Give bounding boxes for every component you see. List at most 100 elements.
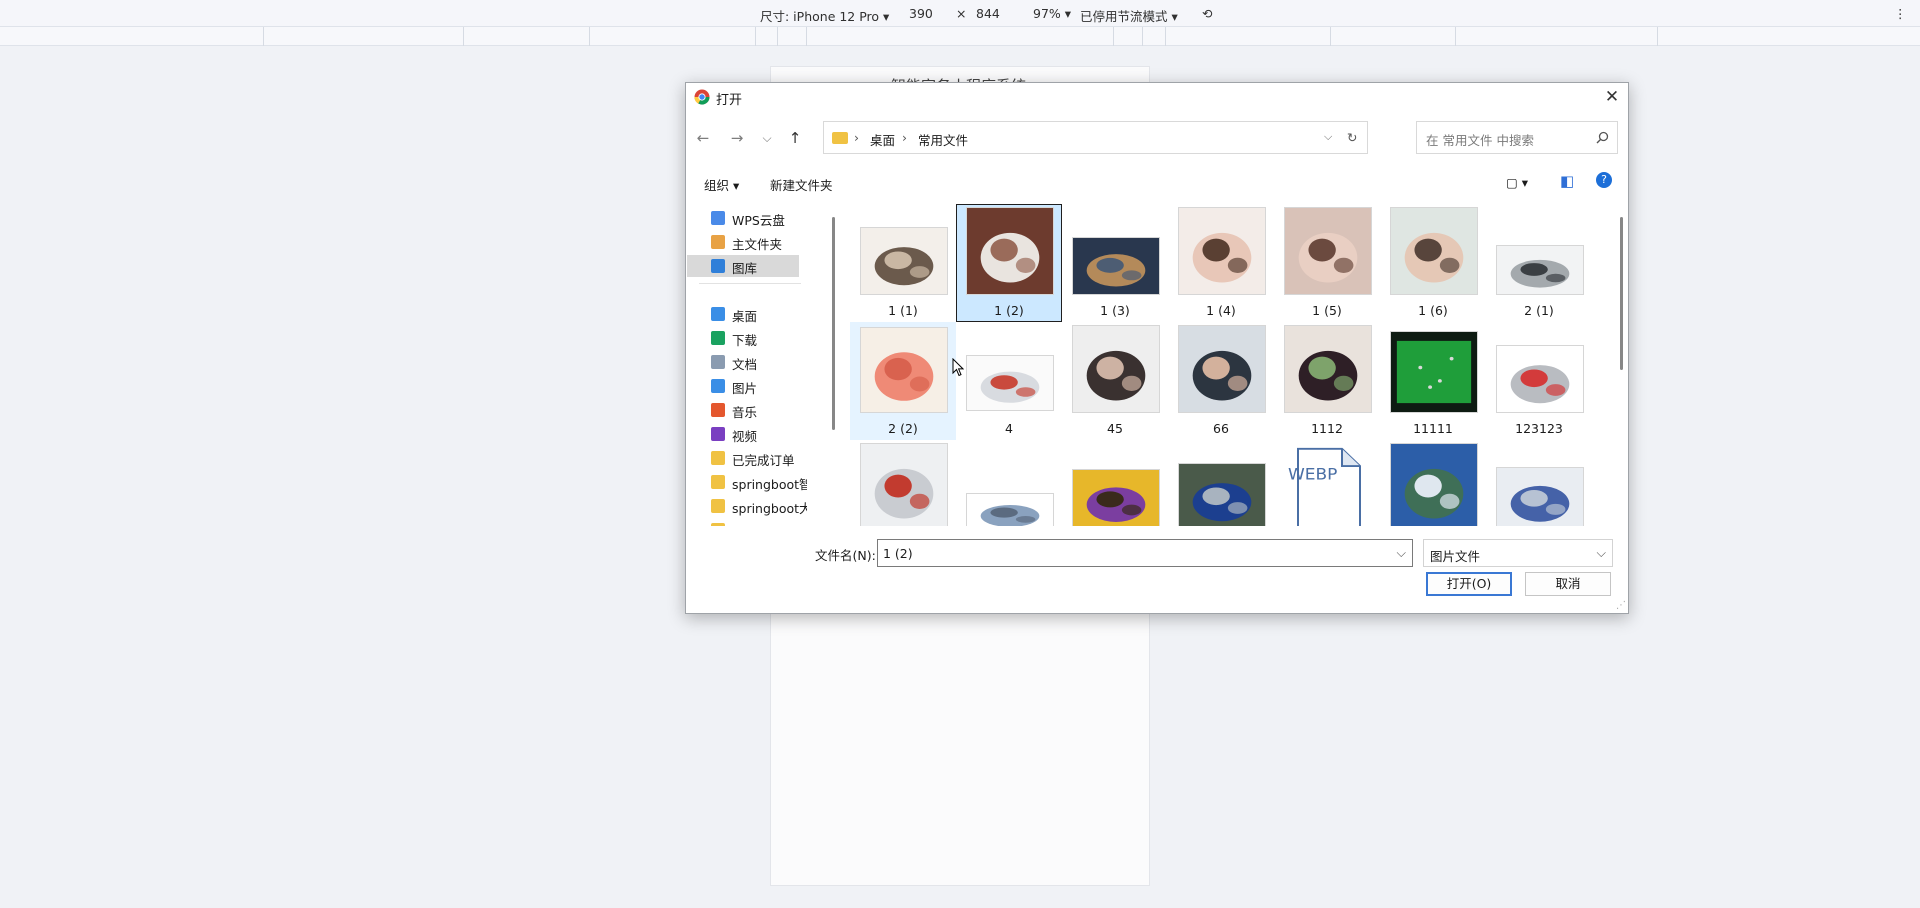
device-height-input[interactable]: 844 (976, 6, 1000, 21)
file-name: 1 (4) (1206, 303, 1236, 318)
file-item[interactable]: 1 (6) (1380, 204, 1486, 322)
media-query-ruler (0, 26, 1920, 46)
desktop-icon (711, 307, 725, 321)
file-item[interactable]: 1 (2) (956, 204, 1062, 322)
new-folder-button[interactable]: 新建文件夹 (770, 175, 833, 194)
resize-grip-icon[interactable]: ⋰ (1616, 600, 1626, 611)
organize-menu[interactable]: 组织 ▾ (704, 175, 739, 194)
close-icon[interactable]: ✕ (1600, 85, 1624, 109)
chevron-down-icon[interactable]: ⌵ (1324, 130, 1332, 144)
file-item[interactable]: 1112 (1274, 322, 1380, 440)
more-options-icon[interactable]: ⋮ (1894, 6, 1907, 21)
file-thumbnail (1072, 237, 1160, 295)
portrait-photo-image (1073, 326, 1159, 412)
nav-item[interactable]: 主文件夹 (687, 231, 799, 253)
rotate-icon[interactable]: ⟲ (1202, 6, 1212, 21)
preview-pane-icon[interactable]: ◧ (1560, 172, 1574, 190)
device-width-input[interactable]: 390 (909, 6, 933, 21)
file-list-scrollbar[interactable] (1620, 217, 1623, 370)
file-thumbnail (1178, 207, 1266, 295)
nav-item[interactable]: 桌面📌 (687, 303, 799, 325)
file-item[interactable]: 2 (2) (850, 322, 956, 440)
nav-item[interactable]: 视频📌 (687, 423, 799, 445)
open-button[interactable]: 打开(O) (1426, 572, 1512, 596)
file-item[interactable]: 2 (1) (1486, 204, 1592, 322)
navigation-scrollbar[interactable] (832, 217, 835, 430)
file-name: 66 (1213, 421, 1229, 436)
file-thumbnail (1390, 443, 1478, 526)
nav-item[interactable]: 已完成订单 (687, 447, 799, 469)
zoom-select[interactable]: 97% ▾ (1033, 6, 1071, 21)
file-item[interactable] (1168, 440, 1274, 526)
breadcrumb-desktop[interactable]: 桌面 (870, 130, 895, 149)
file-item[interactable]: 45 (1062, 322, 1168, 440)
back-arrow-icon[interactable]: ← (692, 127, 714, 149)
throttle-select[interactable]: 已停用节流模式 ▾ (1080, 6, 1178, 25)
file-item[interactable]: WEBP (1274, 440, 1380, 526)
folder-icon (711, 523, 725, 526)
nav-item[interactable]: WPS云盘 (687, 207, 799, 229)
recent-locations-icon[interactable]: ⌵ (756, 127, 778, 149)
child-photo-image (1391, 208, 1477, 294)
device-select[interactable]: 尺寸: iPhone 12 Pro ▾ (760, 6, 889, 25)
nav-item[interactable]: 下载📌 (687, 327, 799, 349)
help-icon[interactable]: ? (1596, 172, 1612, 188)
file-item[interactable]: 4 (956, 322, 1062, 440)
file-item[interactable]: 1 (5) (1274, 204, 1380, 322)
file-item[interactable] (956, 440, 1062, 526)
nav-item[interactable]: 文档📌 (687, 351, 799, 373)
forward-arrow-icon[interactable]: → (726, 127, 748, 149)
chevron-down-icon[interactable]: ⌵ (1597, 545, 1606, 561)
gallery-icon (711, 259, 725, 273)
file-item[interactable]: 1 (4) (1168, 204, 1274, 322)
nav-item-label: ssm非遗典藏文化 (732, 522, 807, 526)
file-item[interactable] (1062, 440, 1168, 526)
webp-badge-label: WEBP (1288, 465, 1337, 484)
file-item[interactable]: 11111 (1380, 322, 1486, 440)
tea-set-photo-image (967, 208, 1053, 294)
document-photo-image (967, 356, 1053, 410)
file-item[interactable]: 66 (1168, 322, 1274, 440)
file-item[interactable] (850, 440, 956, 526)
breadcrumb-current-folder[interactable]: 常用文件 (918, 130, 968, 149)
file-item[interactable]: 123123 (1486, 322, 1592, 440)
webp-file-image: WEBP (1284, 445, 1372, 526)
nav-item-label: 文档 (732, 357, 758, 372)
nav-item-label: 图片 (732, 381, 758, 396)
chevron-down-icon[interactable]: ⌵ (1397, 545, 1406, 561)
file-thumbnail (966, 207, 1054, 295)
filename-field[interactable]: 1 (2) ⌵ (877, 539, 1413, 567)
file-item[interactable]: 1 (3) (1062, 204, 1168, 322)
view-options-icon[interactable]: ▢ ▾ (1506, 175, 1528, 190)
dialog-title: 打开 (716, 93, 743, 108)
nav-item[interactable]: ssm非遗典藏文化 (687, 519, 807, 526)
nav-item[interactable]: 图库 (687, 255, 799, 277)
nav-item[interactable]: 音乐📌 (687, 399, 799, 421)
nav-item[interactable]: 图片📌 (687, 375, 799, 397)
file-name: 1 (6) (1418, 303, 1448, 318)
nav-item[interactable]: springboot智能 (687, 471, 807, 493)
team-photo-image (1073, 470, 1159, 526)
nav-divider (699, 283, 801, 284)
nav-item-label: WPS云盘 (732, 213, 785, 228)
file-item[interactable] (1380, 440, 1486, 526)
cancel-button[interactable]: 取消 (1525, 572, 1611, 596)
nav-item-label: 已完成订单 (732, 453, 795, 468)
file-thumbnail (1284, 207, 1372, 295)
cart-photo-image (1497, 346, 1583, 412)
pictures-icon (711, 379, 725, 393)
nav-item[interactable]: springboot大学生 (687, 495, 807, 517)
file-name: 2 (2) (888, 421, 918, 436)
file-item[interactable] (1486, 440, 1592, 526)
file-thumbnail (1178, 463, 1266, 526)
refresh-icon[interactable]: ↻ (1347, 130, 1357, 145)
file-thumbnail (1496, 345, 1584, 413)
file-type-select[interactable]: 图片文件 ⌵ (1423, 539, 1613, 567)
file-item[interactable]: 1 (1) (850, 204, 956, 322)
up-arrow-icon[interactable]: ↑ (784, 127, 806, 149)
search-input[interactable]: 在 常用文件 中搜索 (1416, 121, 1618, 154)
nav-item-label: 音乐 (732, 405, 758, 420)
breadcrumb-separator: › (854, 130, 859, 145)
file-name: 123123 (1515, 421, 1563, 436)
address-bar[interactable]: › 桌面 › 常用文件 ⌵ ↻ (823, 121, 1368, 154)
